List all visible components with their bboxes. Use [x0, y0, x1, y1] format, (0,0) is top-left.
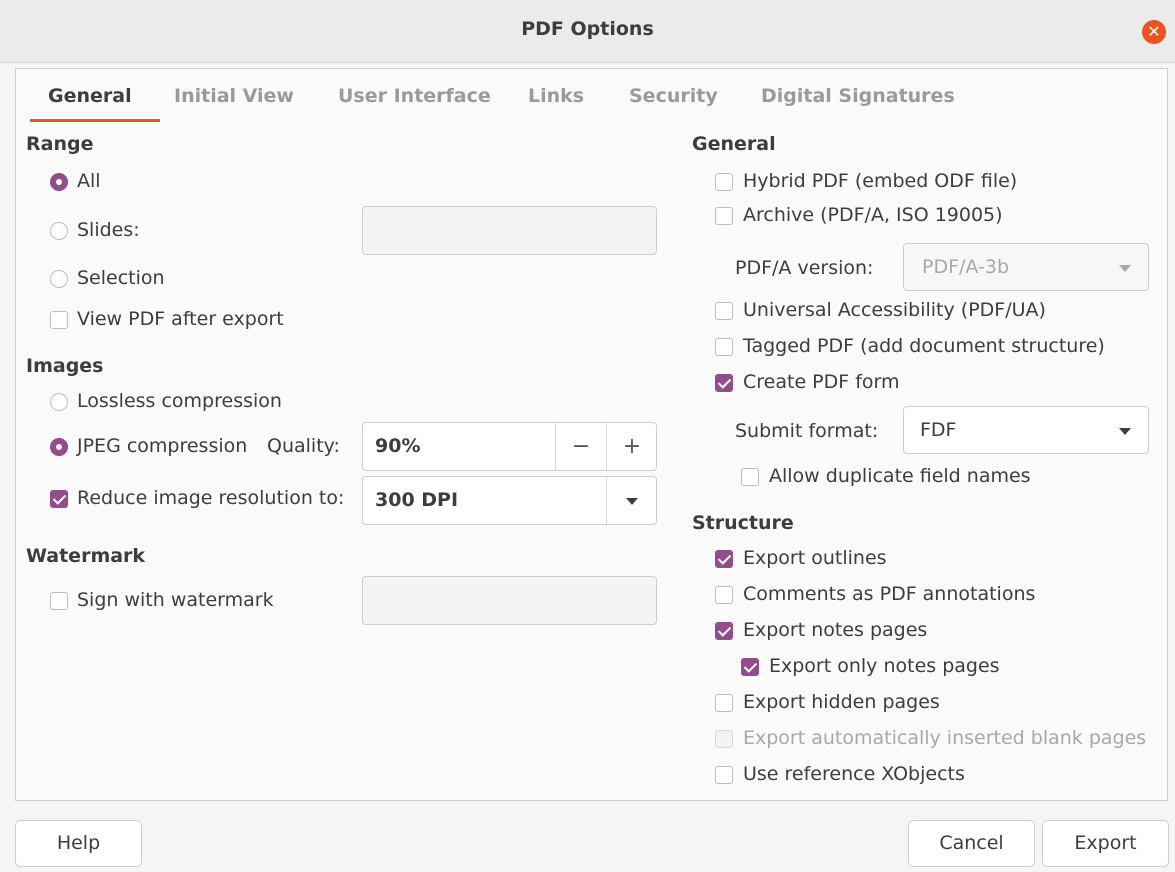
chevron-down-icon — [1119, 265, 1131, 272]
watermark-input[interactable] — [362, 576, 657, 625]
sign-watermark-label: Sign with watermark — [77, 589, 274, 611]
title-bar: PDF Options ✕ — [0, 0, 1175, 63]
chevron-down-icon[interactable] — [626, 498, 638, 505]
close-icon: ✕ — [1147, 22, 1161, 41]
export-hidden-checkbox[interactable] — [715, 694, 733, 712]
view-after-export-label: View PDF after export — [77, 308, 284, 330]
hybrid-pdf-label: Hybrid PDF (embed ODF file) — [743, 170, 1018, 192]
pdfa-version-combobox: PDF/A-3b — [903, 243, 1149, 291]
images-heading: Images — [26, 355, 104, 377]
jpeg-label: JPEG compression — [77, 435, 248, 457]
export-notes-checkbox[interactable] — [715, 622, 733, 640]
pdfa-version-label: PDF/A version: — [735, 257, 874, 279]
universal-accessibility-label: Universal Accessibility (PDF/UA) — [743, 299, 1046, 321]
tab-links[interactable]: Links — [528, 85, 584, 107]
range-selection-radio[interactable] — [50, 270, 68, 288]
dialog-title: PDF Options — [521, 18, 654, 40]
pdfa-version-value: PDF/A-3b — [922, 256, 1010, 278]
combobox-divider — [606, 477, 607, 524]
hybrid-pdf-checkbox[interactable] — [715, 173, 733, 191]
help-button[interactable]: Help — [15, 820, 142, 867]
archive-label: Archive (PDF/A, ISO 19005) — [743, 204, 1003, 226]
quality-value: 90% — [375, 435, 421, 457]
archive-checkbox[interactable] — [715, 207, 733, 225]
structure-heading: Structure — [692, 512, 794, 534]
create-form-label: Create PDF form — [743, 371, 900, 393]
duplicate-fields-label: Allow duplicate field names — [769, 465, 1031, 487]
export-button[interactable]: Export — [1042, 820, 1169, 867]
tagged-pdf-checkbox[interactable] — [715, 338, 733, 356]
universal-accessibility-checkbox[interactable] — [715, 302, 733, 320]
tab-general[interactable]: General — [48, 85, 132, 107]
tab-security[interactable]: Security — [629, 85, 718, 107]
submit-format-combobox[interactable]: FDF — [903, 406, 1149, 454]
tab-digital-signatures[interactable]: Digital Signatures — [761, 85, 955, 107]
quality-increase-button[interactable]: + — [607, 423, 657, 470]
export-blank-pages-label: Export automatically inserted blank page… — [743, 727, 1147, 749]
slides-input[interactable] — [362, 206, 657, 255]
quality-stepper[interactable]: 90% − + — [362, 422, 657, 471]
general-heading: General — [692, 133, 776, 155]
submit-format-value: FDF — [920, 419, 957, 441]
reduce-resolution-checkbox[interactable] — [50, 490, 68, 508]
comments-annotations-label: Comments as PDF annotations — [743, 583, 1036, 605]
jpeg-radio[interactable] — [50, 438, 68, 456]
cancel-button[interactable]: Cancel — [908, 820, 1035, 867]
export-hidden-label: Export hidden pages — [743, 691, 940, 713]
lossless-radio[interactable] — [50, 393, 68, 411]
lossless-label: Lossless compression — [77, 390, 282, 412]
range-slides-label: Slides: — [77, 219, 140, 241]
range-slides-radio[interactable] — [50, 222, 68, 240]
export-only-notes-label: Export only notes pages — [769, 655, 1000, 677]
export-outlines-checkbox[interactable] — [715, 550, 733, 568]
quality-label: Quality: — [267, 435, 340, 457]
range-heading: Range — [26, 133, 94, 155]
duplicate-fields-checkbox[interactable] — [741, 468, 759, 486]
create-form-checkbox[interactable] — [715, 374, 733, 392]
dpi-value: 300 DPI — [375, 489, 459, 511]
tab-initial-view[interactable]: Initial View — [174, 85, 294, 107]
tagged-pdf-label: Tagged PDF (add document structure) — [743, 335, 1105, 357]
range-selection-label: Selection — [77, 267, 165, 289]
submit-format-label: Submit format: — [735, 420, 879, 442]
tab-user-interface[interactable]: User Interface — [338, 85, 491, 107]
view-after-export-checkbox[interactable] — [50, 311, 68, 329]
sign-watermark-checkbox[interactable] — [50, 592, 68, 610]
active-tab-indicator — [30, 119, 160, 122]
comments-annotations-checkbox[interactable] — [715, 586, 733, 604]
reference-xobjects-checkbox[interactable] — [715, 766, 733, 784]
range-all-label: All — [77, 170, 101, 192]
quality-decrease-button[interactable]: − — [556, 423, 606, 470]
chevron-down-icon — [1119, 428, 1131, 435]
export-outlines-label: Export outlines — [743, 547, 887, 569]
watermark-heading: Watermark — [26, 545, 146, 567]
export-only-notes-checkbox[interactable] — [741, 658, 759, 676]
reference-xobjects-label: Use reference XObjects — [743, 763, 965, 785]
export-notes-label: Export notes pages — [743, 619, 928, 641]
reduce-resolution-label: Reduce image resolution to: — [77, 487, 345, 509]
range-all-radio[interactable] — [50, 173, 68, 191]
tab-bar: General Initial View User Interface Link… — [16, 69, 1167, 122]
close-button[interactable]: ✕ — [1142, 20, 1166, 44]
export-blank-pages-checkbox — [715, 730, 733, 748]
dpi-combobox[interactable]: 300 DPI — [362, 476, 657, 525]
